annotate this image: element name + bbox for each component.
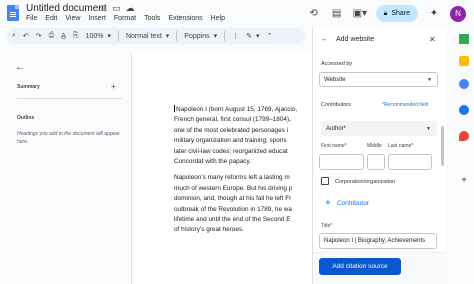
- add-citation-source-button[interactable]: Add citation source: [319, 258, 401, 275]
- document-page[interactable]: Napoleon I (born August 15, 1769, Ajacci…: [131, 52, 312, 284]
- menu-edit[interactable]: Edit: [45, 15, 57, 22]
- contributors-label: Contributors: [321, 102, 351, 108]
- back-arrow-icon[interactable]: ←: [321, 36, 328, 43]
- add-summary-icon[interactable]: +: [111, 82, 116, 91]
- close-icon[interactable]: ✕: [429, 35, 436, 44]
- paint-format-icon[interactable]: ⎘: [73, 32, 79, 40]
- panel-header: ← Add website: [321, 36, 374, 43]
- panel-scrollbar[interactable]: [441, 126, 444, 166]
- menu-tools[interactable]: Tools: [144, 15, 160, 22]
- outline-divider: [17, 98, 122, 99]
- recommended-note: *Recommended field: [382, 102, 429, 108]
- caret-down-icon: ▼: [426, 126, 431, 132]
- chevron-down-icon: ▾: [255, 33, 260, 40]
- menu-insert[interactable]: Insert: [88, 15, 106, 22]
- toolbar-divider: [224, 31, 226, 41]
- paragraph: Napoleon’s many reforms left a lasting m…: [174, 174, 293, 234]
- docs-logo-icon[interactable]: [7, 5, 19, 21]
- toolbar: ⌕ ↶ ↷ ⎙ A̲ ⎘ 100% ▾ Normal text ▾ Poppins ▾…: [7, 28, 305, 44]
- sheets-icon[interactable]: [459, 34, 469, 44]
- editing-mode-select[interactable]: ✎ ▾: [246, 32, 259, 40]
- move-folder-icon[interactable]: ▭: [112, 3, 121, 14]
- maps-icon[interactable]: [459, 131, 469, 141]
- plus-icon: +: [325, 198, 331, 209]
- gemini-icon[interactable]: ✦: [427, 8, 441, 19]
- menu-extensions[interactable]: Extensions: [168, 15, 202, 22]
- menu-file[interactable]: File: [26, 15, 37, 22]
- header-actions: ⟲ ▤ ▣▾ 🔒︎ Share ✦ N: [307, 5, 466, 22]
- share-button[interactable]: 🔒︎ Share: [375, 5, 418, 22]
- contacts-icon[interactable]: [459, 105, 469, 115]
- document-title[interactable]: Untitled document: [26, 3, 107, 14]
- collapse-toolbar-icon[interactable]: ⌃: [267, 32, 273, 40]
- menu-help[interactable]: Help: [211, 15, 225, 22]
- middle-name-field[interactable]: [367, 154, 385, 170]
- outline-label: Outline: [17, 115, 35, 121]
- meet-icon[interactable]: ▣▾: [353, 8, 367, 19]
- toolbar-divider: [117, 31, 119, 41]
- chevron-down-icon: ▾: [107, 33, 111, 40]
- pencil-icon: ✎: [246, 33, 252, 40]
- keep-icon[interactable]: [459, 56, 469, 66]
- avatar[interactable]: N: [450, 5, 466, 22]
- menu-bar: File Edit View Insert Format Tools Exten…: [26, 15, 225, 22]
- side-panel-strip: +: [446, 28, 474, 284]
- menu-view[interactable]: View: [65, 15, 80, 22]
- cloud-status-icon[interactable]: ☁: [126, 3, 135, 14]
- toolbar-divider: [176, 31, 178, 41]
- document-body[interactable]: Napoleon I (born August 15, 1769, Ajacci…: [174, 105, 312, 242]
- spellcheck-icon[interactable]: A̲: [61, 33, 66, 40]
- print-icon[interactable]: ⎙: [49, 32, 55, 40]
- first-name-label: First name*: [321, 143, 347, 149]
- comments-icon[interactable]: ▤: [330, 8, 344, 19]
- accessed-by-select[interactable]: Website ▼: [319, 72, 438, 87]
- paragraph: Napoleon I (born August 15, 1769, Ajacci…: [174, 105, 298, 166]
- lock-icon: 🔒︎: [383, 9, 388, 17]
- text-cursor: [174, 105, 175, 112]
- document-outline: ← Summary + Outline Headings you add to …: [0, 58, 130, 284]
- more-options-icon[interactable]: ⋮: [232, 32, 239, 40]
- chevron-down-icon: ▾: [213, 33, 218, 40]
- tasks-icon[interactable]: [459, 79, 469, 89]
- search-menus-icon[interactable]: ⌕: [12, 32, 16, 40]
- outline-hint: Headings you add to the document will ap…: [17, 131, 120, 145]
- back-arrow-icon[interactable]: ←: [15, 62, 25, 73]
- organization-checkbox[interactable]: [321, 177, 329, 185]
- first-name-field[interactable]: [319, 154, 364, 170]
- caret-down-icon: ▼: [427, 77, 432, 83]
- history-icon[interactable]: ⟲: [307, 8, 321, 19]
- title-bar: Untitled document ☆ ▭ ☁ File Edit View I…: [0, 0, 474, 28]
- middle-name-label: Middle: [367, 143, 382, 149]
- zoom-select[interactable]: 100% ▾: [86, 32, 111, 41]
- title-label: Title*: [321, 223, 333, 229]
- summary-label: Summary: [17, 84, 40, 90]
- undo-icon[interactable]: ↶: [23, 32, 29, 40]
- chevron-down-icon: ▾: [165, 33, 170, 40]
- style-select[interactable]: Normal text ▾: [126, 32, 170, 41]
- title-field[interactable]: Napoleon I | Biography, Achievements: [319, 233, 437, 249]
- font-select[interactable]: Poppins ▾: [184, 32, 218, 41]
- organization-label: Corporation/organization: [335, 179, 396, 185]
- accessed-by-label: Accessed by: [321, 61, 353, 67]
- add-contributor-button[interactable]: + Contributor: [325, 198, 369, 209]
- last-name-field[interactable]: [388, 154, 432, 170]
- add-addon-icon[interactable]: +: [459, 176, 469, 186]
- share-label: Share: [391, 10, 410, 17]
- panel-title: Add website: [336, 36, 375, 43]
- redo-icon[interactable]: ↷: [36, 32, 42, 40]
- star-icon[interactable]: ☆: [99, 3, 107, 14]
- contributor-role-select[interactable]: Author* ▼: [321, 121, 437, 136]
- title-icons: ☆ ▭ ☁: [99, 3, 135, 14]
- last-name-label: Last name*: [388, 143, 414, 149]
- citation-panel: ← Add website ✕ Accessed by Website ▼ Co…: [312, 28, 447, 284]
- menu-format[interactable]: Format: [114, 15, 136, 22]
